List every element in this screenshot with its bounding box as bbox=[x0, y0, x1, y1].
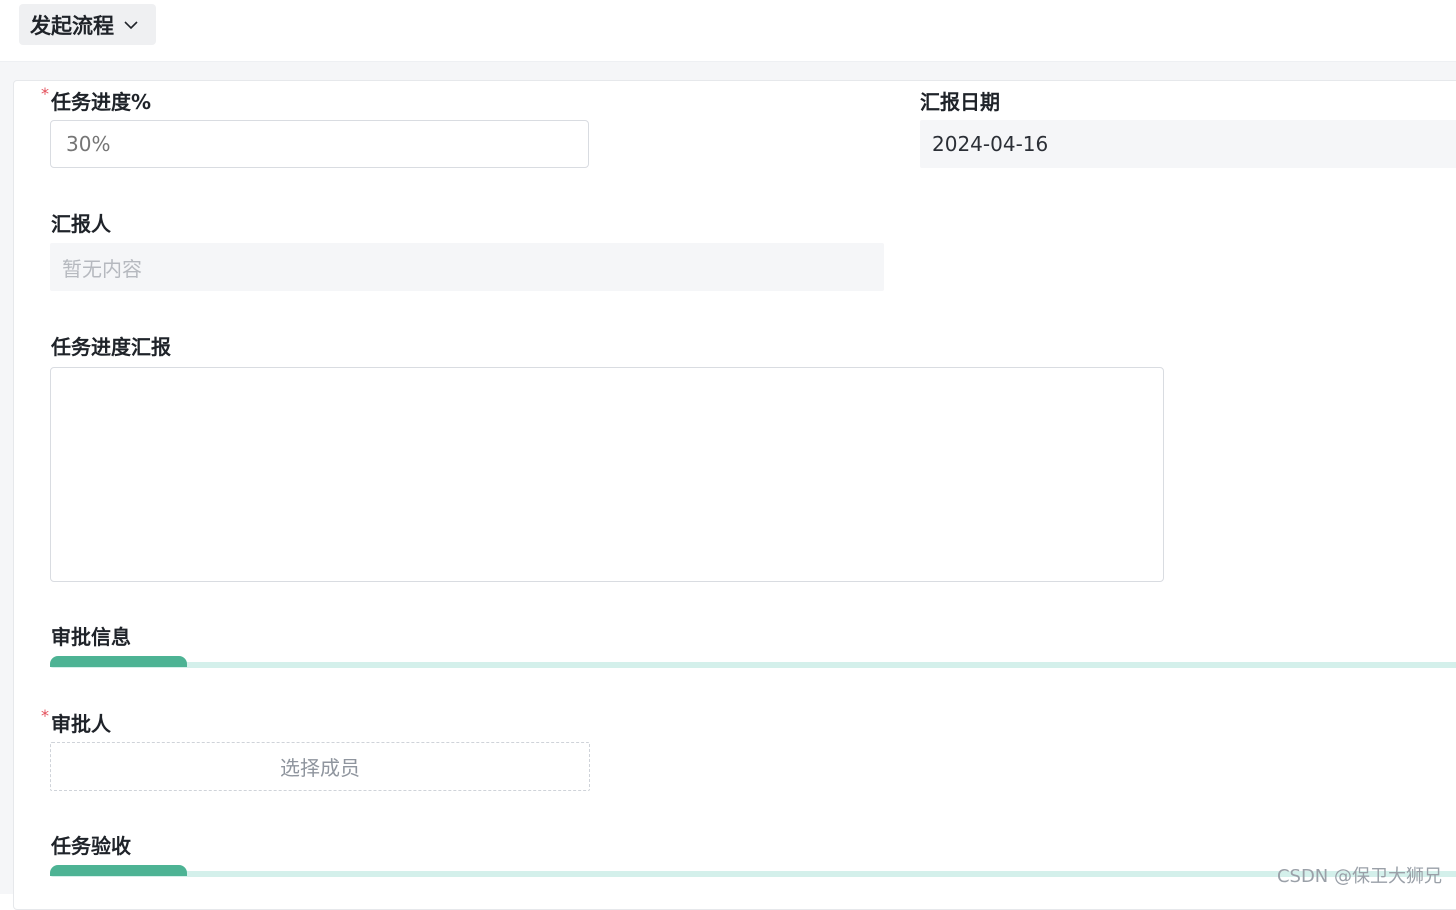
approver-label: * 审批人 bbox=[41, 706, 111, 736]
approval-section-accent bbox=[50, 656, 187, 667]
acceptance-section-title: 任务验收 bbox=[51, 834, 131, 858]
required-mark: * bbox=[41, 706, 49, 725]
watermark: CSDN @保卫大狮兄 bbox=[1276, 866, 1442, 887]
chevron-down-icon bbox=[124, 20, 138, 29]
approval-section-title: 审批信息 bbox=[51, 625, 131, 649]
start-flow-label: 发起流程 bbox=[30, 13, 114, 38]
top-bar: 发起流程 bbox=[0, 0, 1456, 62]
report-date-field[interactable]: 2024-04-16 bbox=[920, 120, 1456, 168]
report-date-label: 汇报日期 bbox=[920, 90, 1000, 114]
approval-section-divider bbox=[50, 662, 1456, 668]
reporter-field: 暂无内容 bbox=[50, 243, 884, 291]
task-progress-input[interactable] bbox=[50, 120, 589, 168]
progress-report-label: 任务进度汇报 bbox=[51, 335, 171, 359]
acceptance-section-divider bbox=[50, 871, 1456, 877]
select-member-button[interactable]: 选择成员 bbox=[50, 742, 590, 791]
start-flow-dropdown-button[interactable]: 发起流程 bbox=[19, 4, 156, 45]
acceptance-section-accent bbox=[50, 865, 187, 876]
progress-report-textarea[interactable] bbox=[50, 367, 1164, 582]
task-progress-label: * 任务进度% bbox=[41, 84, 152, 114]
reporter-label: 汇报人 bbox=[51, 212, 111, 236]
required-mark: * bbox=[41, 84, 49, 103]
